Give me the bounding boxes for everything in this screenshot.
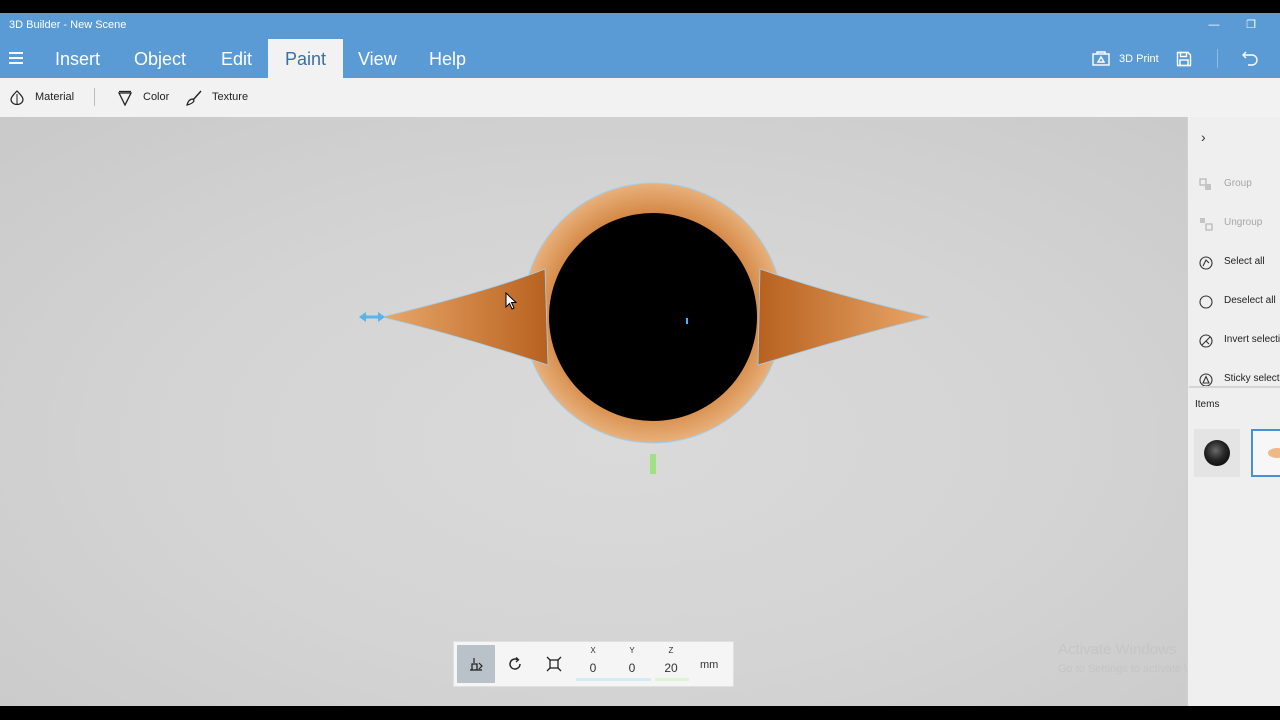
- transform-bar: X 0 Y 0 Z 20 mm: [453, 641, 734, 687]
- 3d-print-label: 3D Print: [1119, 53, 1159, 65]
- group-label: Group: [1224, 178, 1252, 189]
- z-label: Z: [668, 646, 674, 655]
- 3d-viewport[interactable]: X 0 Y 0 Z 20 mm Activate Windows Go to S…: [0, 117, 1232, 706]
- app-window: 3D Builder - New Scene — ❐ Insert Object…: [0, 13, 1280, 706]
- hamburger-menu-icon[interactable]: [9, 52, 23, 64]
- deselect-all-icon: [1199, 295, 1213, 309]
- center-marker: [686, 318, 688, 324]
- minimize-button[interactable]: —: [1206, 17, 1222, 33]
- deselect-all-button[interactable]: Deselect all: [1188, 284, 1280, 320]
- x-label: X: [590, 646, 596, 655]
- y-coordinate[interactable]: Y 0: [619, 646, 645, 675]
- sticky-selection-button[interactable]: Sticky selection: [1188, 362, 1280, 398]
- collapse-panel-chevron-icon[interactable]: ›: [1201, 129, 1206, 145]
- texture-brush-icon: [186, 90, 202, 106]
- restore-button[interactable]: ❐: [1243, 17, 1259, 33]
- z-coordinate[interactable]: Z 20: [658, 646, 684, 675]
- y-label: Y: [629, 646, 635, 655]
- tab-object[interactable]: Object: [117, 39, 203, 78]
- scale-icon: [546, 656, 562, 672]
- ungroup-label: Ungroup: [1224, 217, 1263, 228]
- scale-button[interactable]: [535, 645, 573, 683]
- invert-selection-label: Invert selection: [1224, 334, 1280, 345]
- select-all-label: Select all: [1224, 256, 1265, 267]
- group-icon: [1199, 178, 1211, 190]
- item-thumbnail-sphere[interactable]: [1194, 429, 1240, 477]
- 3d-print-icon: [1092, 51, 1110, 66]
- ungroup-icon: [1200, 218, 1213, 231]
- title-bar: 3D Builder - New Scene — ❐: [0, 13, 1280, 39]
- texture-label: Texture: [212, 91, 249, 103]
- selection-panel: › Group Ungroup Select all Deselect all …: [1187, 117, 1280, 706]
- rotate-button[interactable]: [496, 645, 534, 683]
- deselect-all-label: Deselect all: [1224, 295, 1276, 306]
- tab-insert[interactable]: Insert: [38, 39, 117, 78]
- material-icon: [10, 90, 24, 105]
- items-heading: Items: [1195, 399, 1220, 410]
- select-all-button[interactable]: Select all: [1188, 245, 1280, 281]
- menu-divider: [1217, 49, 1218, 68]
- z-underline: [655, 678, 689, 681]
- rotate-icon: [509, 657, 521, 670]
- color-button[interactable]: Color: [118, 78, 178, 117]
- toolbar-divider: [94, 88, 95, 106]
- x-coordinate[interactable]: X 0: [580, 646, 606, 675]
- tab-edit[interactable]: Edit: [204, 39, 269, 78]
- paint-toolbar: Material Color Texture: [0, 78, 1280, 117]
- select-all-icon: [1199, 256, 1213, 270]
- y-value[interactable]: 0: [619, 661, 645, 675]
- disk-thumbnail-image: [1268, 448, 1280, 458]
- save-icon[interactable]: [1176, 51, 1192, 67]
- sphere-thumbnail-image: [1204, 440, 1230, 466]
- scale-handle-x[interactable]: [359, 312, 385, 322]
- z-value[interactable]: 20: [658, 661, 684, 675]
- move-icon: [470, 658, 483, 671]
- sticky-selection-icon: [1199, 373, 1213, 387]
- activation-watermark-title: Activate Windows: [1058, 641, 1177, 658]
- texture-button[interactable]: Texture: [186, 78, 256, 117]
- move-button[interactable]: [457, 645, 495, 683]
- ungroup-button[interactable]: Ungroup: [1188, 206, 1280, 242]
- tab-paint[interactable]: Paint: [268, 39, 344, 78]
- color-bucket-icon: [118, 90, 132, 106]
- item-thumbnail-disk[interactable]: [1251, 429, 1280, 477]
- tab-help[interactable]: Help: [412, 39, 483, 78]
- invert-selection-button[interactable]: Invert selection: [1188, 323, 1280, 359]
- xy-underline: [576, 678, 651, 681]
- tab-view[interactable]: View: [341, 39, 414, 78]
- sticky-selection-label: Sticky selection: [1224, 373, 1280, 384]
- accretion-disk-right[interactable]: [757, 268, 931, 366]
- menu-bar: Insert Object Edit Paint View Help 3D Pr…: [0, 39, 1280, 78]
- invert-selection-icon: [1199, 334, 1213, 348]
- accretion-disk-left[interactable]: [381, 268, 549, 366]
- color-label: Color: [143, 91, 170, 103]
- black-hole-sphere[interactable]: [549, 213, 757, 421]
- material-label: Material: [35, 91, 75, 103]
- 3d-print-button[interactable]: 3D Print: [1092, 39, 1162, 78]
- group-button[interactable]: Group: [1188, 167, 1280, 203]
- scene-canvas[interactable]: [0, 117, 1187, 706]
- window-title: 3D Builder - New Scene: [9, 19, 127, 31]
- material-button[interactable]: Material: [10, 78, 90, 117]
- z-move-handle[interactable]: [650, 454, 656, 474]
- x-value[interactable]: 0: [580, 661, 606, 675]
- undo-icon[interactable]: [1241, 50, 1259, 68]
- unit-label[interactable]: mm: [700, 659, 718, 671]
- mouse-cursor-icon: [505, 292, 517, 310]
- panel-divider: [1189, 386, 1280, 388]
